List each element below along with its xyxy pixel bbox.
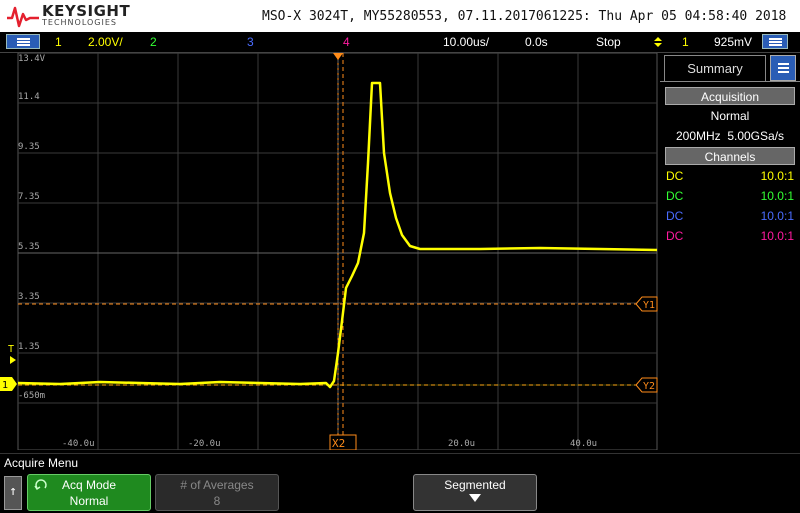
trigger-edge-icon <box>654 37 662 47</box>
acquisition-header: Acquisition <box>665 87 795 105</box>
x2-cursor-tag[interactable]: X2 <box>329 434 357 450</box>
tab-summary[interactable]: Summary <box>664 55 766 81</box>
trigger-level[interactable]: 925mV <box>714 35 752 49</box>
back-up-icon[interactable]: ↑ <box>4 476 22 510</box>
x-tick-label: -40.0u <box>62 439 95 449</box>
timebase-scale[interactable]: 10.00us/ <box>443 35 489 49</box>
ch2-number[interactable]: 2 <box>150 35 157 49</box>
submenu-arrow-icon <box>469 494 481 502</box>
trigger-source[interactable]: 1 <box>682 35 689 49</box>
channels-header: Channels <box>665 147 795 165</box>
rotate-knob-icon <box>34 479 47 491</box>
x-tick-label: -20.0u <box>188 439 221 449</box>
trigger-level-marker[interactable]: T <box>8 344 16 364</box>
averages-softkey[interactable]: # of Averages 8 <box>155 474 279 511</box>
svg-text:Y2: Y2 <box>643 381 655 392</box>
ch1-number[interactable]: 1 <box>55 35 62 49</box>
ch3-number[interactable]: 3 <box>247 35 254 49</box>
y-tick-label: 11.4 <box>18 92 40 102</box>
y-tick-label: 1.35 <box>18 342 40 352</box>
waveform-display: Y1 Y2 X2 1 T <box>0 53 658 450</box>
y-tick-label: 13.4V <box>18 54 46 64</box>
channel-row-1: DC 10.0:1 <box>666 169 794 183</box>
x-tick-label: 20.0u <box>448 439 476 449</box>
svg-text:1: 1 <box>2 380 8 391</box>
keysight-wave-icon <box>7 6 39 28</box>
status-bar: 1 2.00V/ 2 3 4 10.00us/ 0.0s Stop 1 925m… <box>0 32 800 53</box>
svg-text:T: T <box>8 344 14 355</box>
main-menu-button[interactable] <box>6 34 40 49</box>
menu-title: Acquire Menu <box>4 456 79 470</box>
y-tick-label: 7.35 <box>18 192 40 202</box>
y-tick-label: 3.35 <box>18 292 40 302</box>
segmented-softkey[interactable]: Segmented <box>413 474 537 511</box>
x-tick-label: 40.0u <box>570 439 598 449</box>
brand-subtitle: TECHNOLOGIES <box>42 18 117 27</box>
acq-mode-softkey[interactable]: Acq Mode Normal <box>27 474 151 511</box>
ch4-number[interactable]: 4 <box>343 35 350 49</box>
panel-menu-button[interactable] <box>770 55 796 81</box>
instrument-title: MSO-X 3024T, MY55280553, 07.11.201706122… <box>262 9 787 24</box>
svg-text:X2: X2 <box>332 437 345 450</box>
acquisition-rate: 200MHz 5.00GSa/s <box>675 129 785 143</box>
run-state[interactable]: Stop <box>596 35 621 49</box>
time-delay[interactable]: 0.0s <box>525 35 548 49</box>
channel-row-4: DC 10.0:1 <box>666 229 794 243</box>
status-menu-button[interactable] <box>762 34 788 49</box>
softkey-bar: Acquire Menu ↑ Acq Mode Normal # of Aver… <box>0 453 800 513</box>
y-tick-label: 9.35 <box>18 142 40 152</box>
header-bar: KEYSIGHT TECHNOLOGIES MSO-X 3024T, MY552… <box>0 0 800 32</box>
channel-row-3: DC 10.0:1 <box>666 209 794 223</box>
summary-panel: Summary Acquisition Normal 200MHz 5.00GS… <box>660 53 800 450</box>
svg-text:Y1: Y1 <box>643 300 655 311</box>
y-tick-label: -650m <box>18 391 46 401</box>
acquisition-mode: Normal <box>710 109 750 123</box>
y-tick-label: 5.35 <box>18 242 40 252</box>
ch1-scale[interactable]: 2.00V/ <box>88 35 123 49</box>
ch1-ground-marker[interactable]: 1 <box>0 377 17 391</box>
channel-row-2: DC 10.0:1 <box>666 189 794 203</box>
